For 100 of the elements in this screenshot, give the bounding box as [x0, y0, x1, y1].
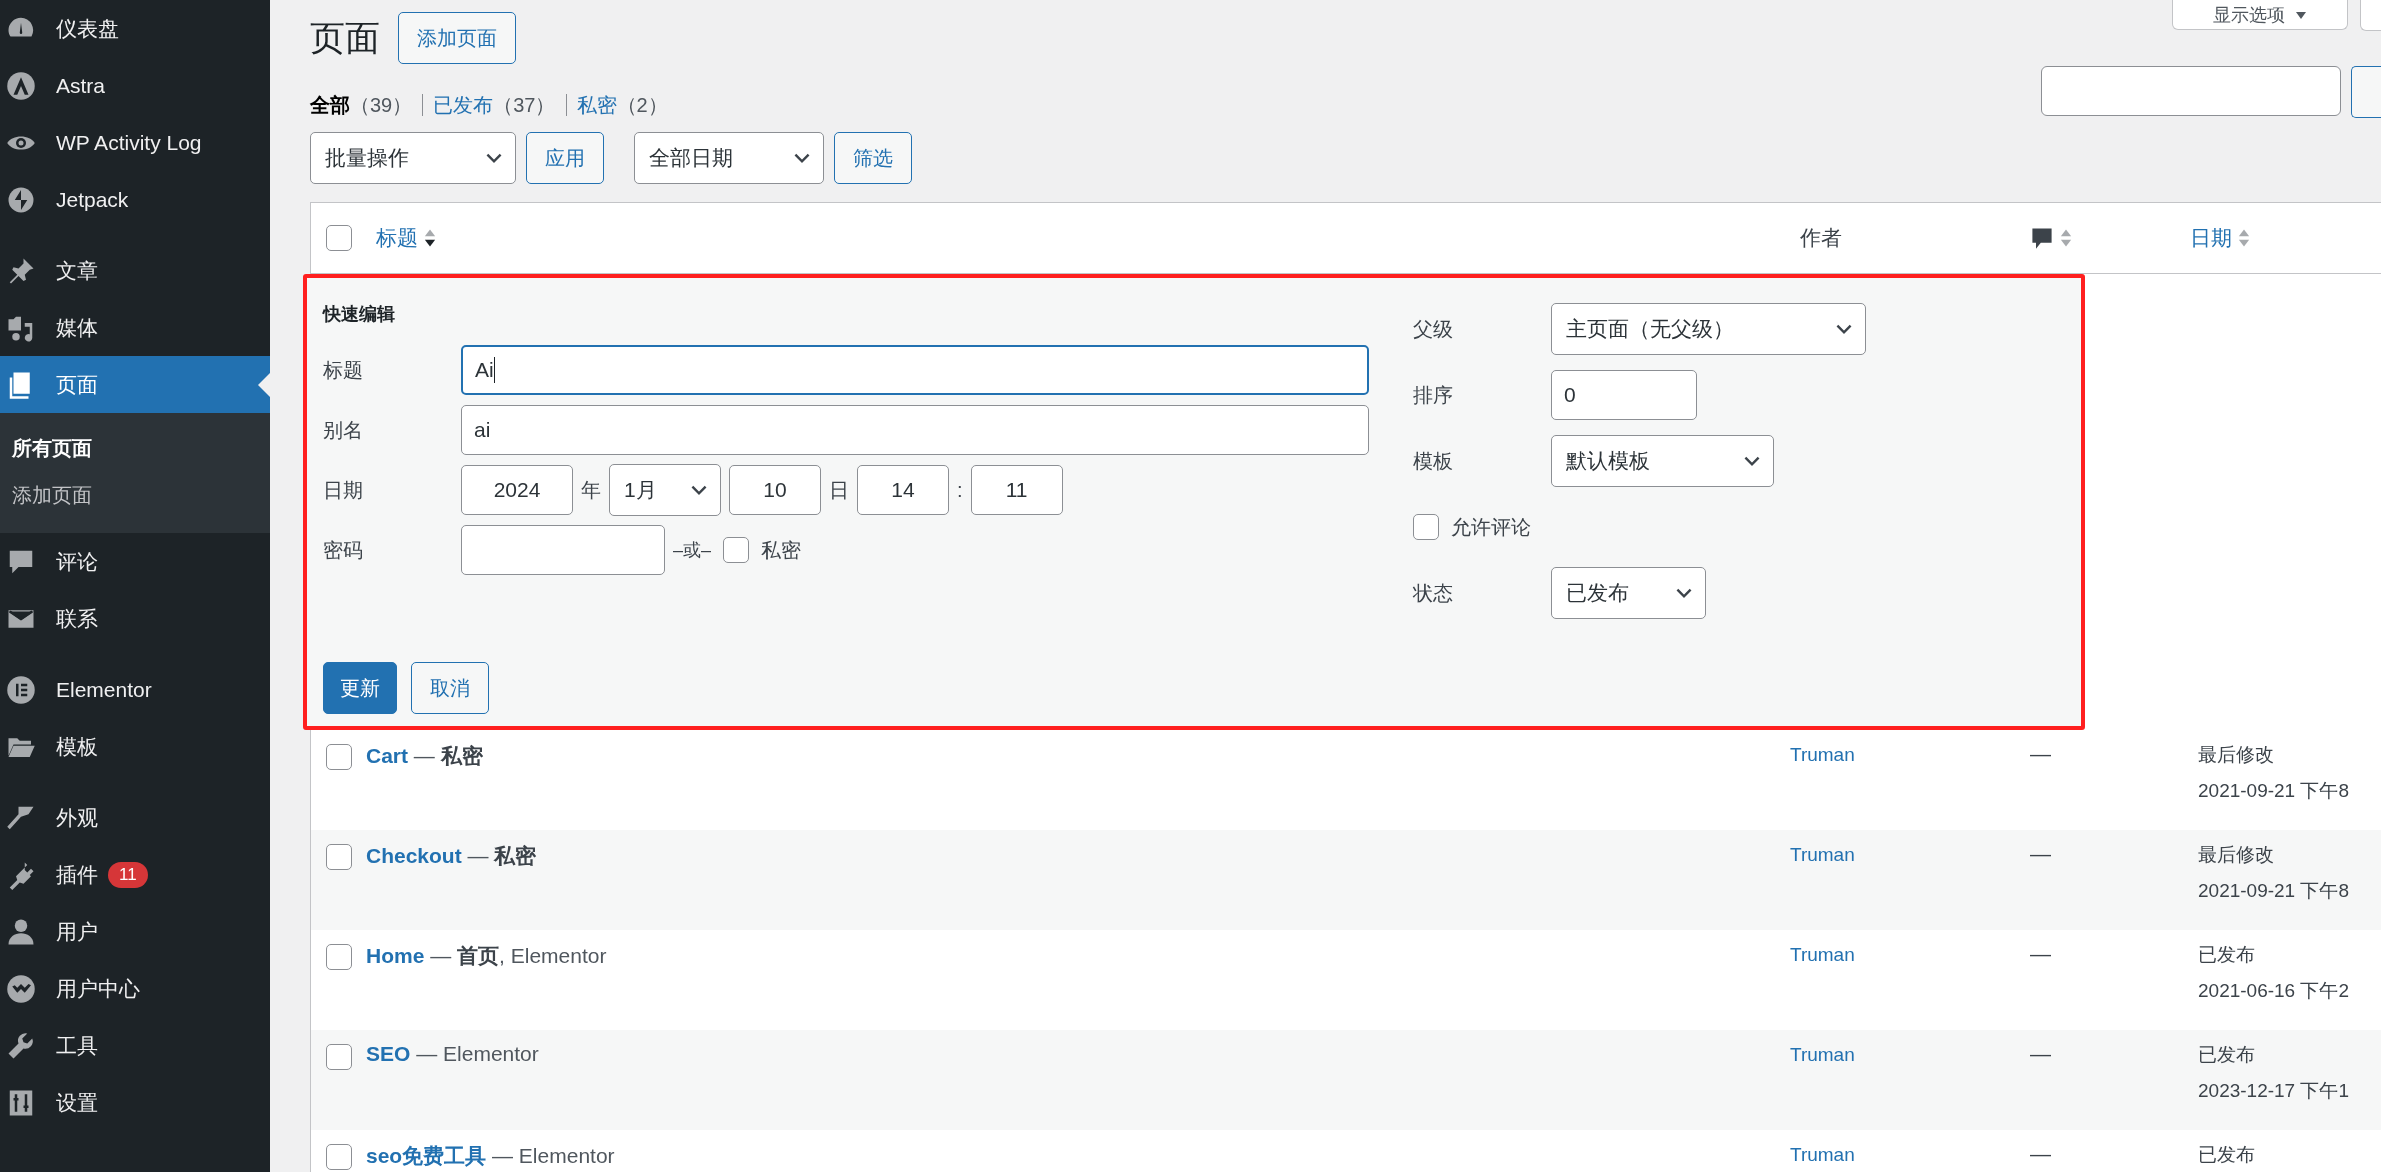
- comment-count: —: [2030, 1142, 2051, 1165]
- apply-button[interactable]: 应用: [526, 132, 604, 184]
- sidebar-item[interactable]: 页面: [0, 356, 270, 413]
- sidebar-item[interactable]: 模板: [0, 718, 270, 775]
- checkbox[interactable]: [325, 1144, 352, 1170]
- year-field[interactable]: 2024: [461, 465, 573, 515]
- column-header[interactable]: 标题: [376, 224, 418, 252]
- add-page-button[interactable]: 添加页面: [398, 12, 516, 64]
- checkbox[interactable]: [325, 1044, 352, 1070]
- author-link[interactable]: Truman: [1790, 1044, 1855, 1065]
- date-status: 最后修改: [2198, 743, 2275, 767]
- comment-count: —: [2030, 842, 2051, 865]
- month-select[interactable]: 1月: [609, 464, 721, 516]
- sidebar-item[interactable]: 用户中心: [0, 960, 270, 1017]
- date-value: 2023-12-17 下午1: [2198, 1079, 2351, 1103]
- or-text: –或–: [673, 539, 712, 562]
- sidebar-item[interactable]: 插件 11: [0, 846, 270, 903]
- checkbox-label: 允许评论: [1451, 514, 1531, 540]
- field-label: 父级: [1413, 316, 1454, 342]
- panel-heading: 快速编辑: [323, 303, 395, 326]
- author-link[interactable]: Truman: [1790, 944, 1855, 965]
- view-filter-link[interactable]: 全部: [310, 91, 350, 119]
- update-button[interactable]: 更新: [323, 662, 397, 714]
- author-link[interactable]: Truman: [1790, 844, 1855, 865]
- item-count: （39）: [350, 92, 413, 118]
- sidebar-item[interactable]: 外观: [0, 789, 270, 846]
- view-filter-link[interactable]: 私密: [576, 91, 617, 119]
- checkbox-label: 私密: [761, 537, 802, 563]
- date-value: 2021-09-21 下午8: [2198, 879, 2351, 903]
- page-title-cell: Checkout — 私密: [366, 844, 537, 867]
- field-label: 状态: [1413, 580, 1454, 606]
- e-circle-icon: [6, 674, 36, 705]
- text-field[interactable]: Ai: [461, 345, 1369, 395]
- sidebar-item[interactable]: Jetpack: [0, 171, 270, 228]
- field-label: 标题: [323, 357, 364, 383]
- field-label: 日期: [323, 477, 364, 503]
- letter-a-circle-icon: [6, 70, 36, 101]
- sidebar-item[interactable]: 文章: [0, 242, 270, 299]
- column-header[interactable]: 日期: [2190, 224, 2232, 252]
- text-field[interactable]: 0: [1551, 370, 1697, 420]
- sidebar-item[interactable]: Elementor: [0, 661, 270, 718]
- view-filter-link[interactable]: 已发布: [433, 91, 494, 119]
- sidebar-item[interactable]: 设置: [0, 1074, 270, 1131]
- comment-count: —: [2030, 1042, 2051, 1065]
- update-count: 11: [108, 861, 148, 888]
- submenu-item[interactable]: 添加页面: [0, 472, 270, 519]
- item-count: （37）: [493, 92, 556, 118]
- sidebar-item[interactable]: WP Activity Log: [0, 114, 270, 171]
- checkbox[interactable]: [325, 944, 352, 970]
- date-status: 已发布: [2198, 1143, 2256, 1167]
- date-status: 已发布: [2198, 943, 2256, 967]
- date-status: 已发布: [2198, 1043, 2256, 1067]
- checkbox[interactable]: [723, 537, 750, 563]
- sidebar-item[interactable]: 媒体: [0, 299, 270, 356]
- field-label: 别名: [323, 417, 364, 443]
- text-field[interactable]: ai: [461, 405, 1369, 455]
- checkbox[interactable]: [325, 844, 352, 870]
- page-link[interactable]: seo免费工具: [366, 1144, 487, 1167]
- screen-options-button[interactable]: 显示选项: [2172, 0, 2348, 30]
- day-field[interactable]: 10: [729, 465, 821, 515]
- sidebar-item[interactable]: 仪表盘: [0, 0, 270, 57]
- page-link[interactable]: Home: [366, 944, 425, 967]
- sidebar-item[interactable]: Astra: [0, 57, 270, 114]
- author-link[interactable]: Truman: [1790, 1144, 1855, 1165]
- checkbox[interactable]: [1413, 514, 1439, 540]
- page-title-cell: Cart — 私密: [366, 744, 483, 767]
- sidebar-item[interactable]: 用户: [0, 903, 270, 960]
- comment-count: —: [2030, 942, 2051, 965]
- page-link[interactable]: SEO: [366, 1042, 411, 1065]
- dropdown-select[interactable]: 已发布: [1551, 567, 1706, 619]
- date-value: 2021-06-16 下午2: [2198, 979, 2351, 1003]
- filter-button[interactable]: 筛选: [834, 132, 912, 184]
- page-title-cell: seo免费工具 — Elementor: [366, 1144, 615, 1167]
- field-label: 排序: [1413, 382, 1454, 408]
- field-label: 模板: [1413, 448, 1454, 474]
- author-link[interactable]: Truman: [1790, 744, 1855, 765]
- checkbox[interactable]: [325, 225, 352, 251]
- wrench-icon: [6, 1030, 36, 1061]
- sidebar-item[interactable]: 工具: [0, 1017, 270, 1074]
- date-filter-select[interactable]: 全部日期: [634, 132, 824, 184]
- column-header: 作者: [1800, 225, 1842, 251]
- bulk-actions-select[interactable]: 批量操作: [310, 132, 516, 184]
- minute-field[interactable]: 11: [970, 465, 1063, 515]
- page-link[interactable]: Cart: [366, 744, 408, 767]
- sidebar-item[interactable]: 评论: [0, 533, 270, 590]
- dropdown-select[interactable]: 默认模板: [1551, 435, 1774, 487]
- page-link[interactable]: Checkout: [366, 844, 462, 867]
- time-separator: :: [957, 478, 963, 502]
- hour-field[interactable]: 14: [857, 465, 949, 515]
- checkbox[interactable]: [325, 744, 352, 770]
- cancel-button[interactable]: 取消: [411, 662, 489, 714]
- submenu-item[interactable]: 所有页面: [0, 425, 270, 472]
- date-status: 最后修改: [2198, 843, 2275, 867]
- password-field[interactable]: [461, 525, 665, 575]
- search-button[interactable]: [2351, 66, 2381, 118]
- help-tab[interactable]: [2360, 0, 2381, 31]
- check-circle-icon: [6, 973, 36, 1004]
- sidebar-item[interactable]: 联系: [0, 590, 270, 647]
- search-field[interactable]: [2041, 66, 2341, 116]
- dropdown-select[interactable]: 主页面（无父级）: [1551, 303, 1866, 355]
